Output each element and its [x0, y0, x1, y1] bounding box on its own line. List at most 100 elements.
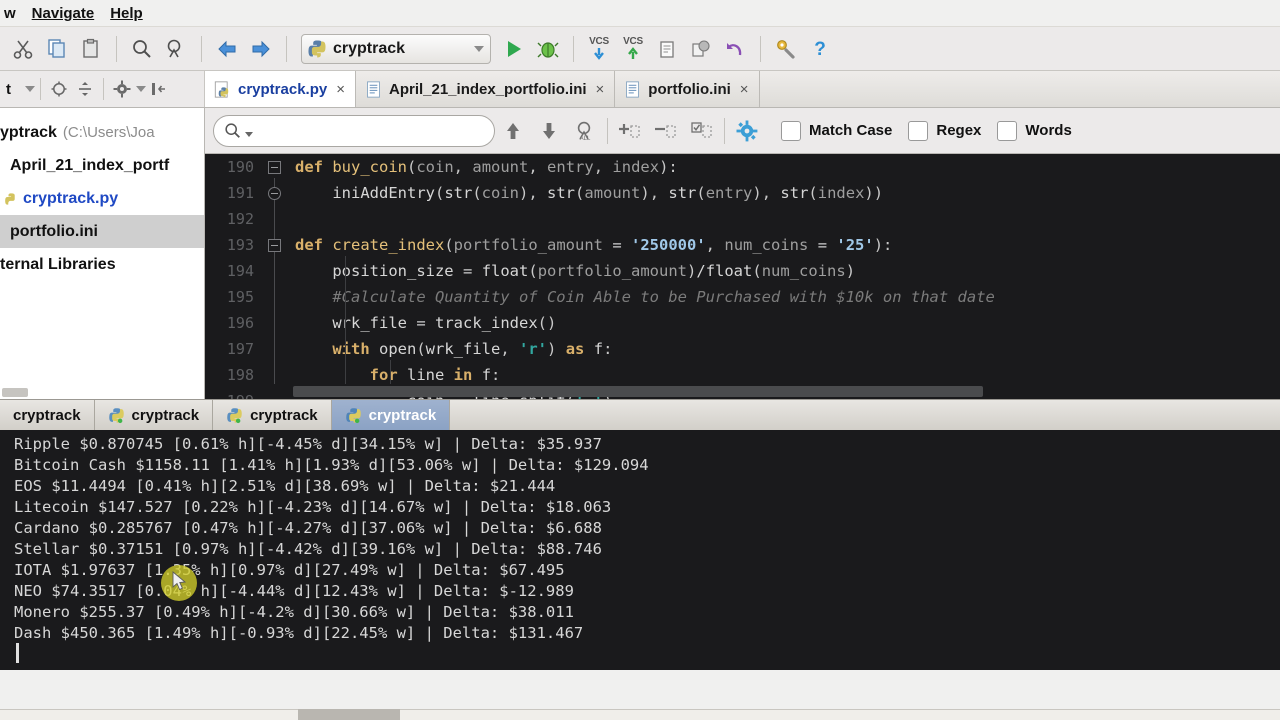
expand-collapse-icon[interactable] [72, 76, 98, 102]
tree-item-external-libraries[interactable]: ternal Libraries [0, 248, 204, 281]
find-settings-gear-icon[interactable] [729, 113, 765, 149]
vcs-history-icon[interactable] [650, 32, 684, 66]
cut-icon[interactable] [6, 32, 40, 66]
search-input[interactable] [213, 114, 495, 147]
console-tab-label: cryptrack [368, 406, 437, 424]
console-tab-4[interactable]: cryptrack [331, 400, 451, 430]
project-panel-chevron-icon[interactable] [25, 86, 35, 92]
code-line: 194 position_size = float(portfolio_amou… [205, 258, 1280, 284]
project-tree-hscrollbar[interactable] [2, 388, 28, 397]
tree-item-project-root[interactable]: yptrack (C:\Users\Joa [0, 116, 204, 149]
code-line: 197 with open(wrk_file, 'r') as f: [205, 336, 1280, 362]
editor-tab-cryptrack-py[interactable]: cryptrack.py × [205, 71, 356, 107]
regex-checkbox-box[interactable] [908, 120, 929, 141]
chevron-down-icon[interactable] [474, 45, 484, 52]
ini-file-icon [367, 80, 380, 98]
console-tab-label: cryptrack [131, 406, 200, 424]
help-icon[interactable]: ? [803, 32, 837, 66]
words-checkbox[interactable]: Words [997, 120, 1072, 141]
search-history-chevron-icon[interactable] [245, 131, 253, 137]
remove-selection-icon[interactable] [648, 113, 684, 149]
hide-panel-icon[interactable] [146, 76, 172, 102]
console-tab-1[interactable]: cryptrack [0, 400, 95, 430]
code-line: 198 for line in f: [205, 362, 1280, 388]
console-tab-2[interactable]: cryptrack [94, 400, 214, 430]
nav-divider-1 [40, 78, 41, 100]
line-number: 193 [226, 236, 254, 254]
undo-icon[interactable] [718, 32, 752, 66]
code-line: 195 #Calculate Quantity of Coin Able to … [205, 284, 1280, 310]
line-text: def create_index(portfolio_amount = '250… [295, 236, 893, 254]
menu-item-navigate[interactable]: Navigate [32, 5, 95, 22]
line-number: 191 [226, 184, 254, 202]
back-icon[interactable] [210, 32, 244, 66]
menu-item-help[interactable]: Help [110, 5, 143, 22]
copy-icon[interactable] [40, 32, 74, 66]
main-toolbar: cryptrack VCS VCS ? [0, 26, 1280, 71]
editor-tab-label: April_21_index_portfolio.ini [388, 80, 587, 98]
code-line: 196 wrk_file = track_index() [205, 310, 1280, 336]
line-text: with open(wrk_file, 'r') as f: [332, 340, 613, 358]
vcs-diff-icon[interactable] [684, 32, 718, 66]
python-file-icon [214, 80, 229, 98]
console-hscrollbar-thumb[interactable] [298, 709, 400, 720]
console-output[interactable]: Ripple $0.870745 [0.61% h][-4.45% d][34.… [0, 430, 1280, 670]
run-button[interactable] [497, 32, 531, 66]
match-case-label: Match Case [809, 122, 893, 139]
forward-icon[interactable] [244, 32, 278, 66]
run-configuration-selector[interactable]: cryptrack [301, 33, 491, 64]
locate-icon[interactable] [46, 76, 72, 102]
menu-item-window[interactable]: w [4, 5, 16, 22]
close-icon[interactable]: × [740, 81, 749, 98]
editor-hscrollbar[interactable] [293, 386, 983, 397]
tree-item-cryptrack-py[interactable]: cryptrack.py [0, 182, 204, 215]
find-prev-icon[interactable] [495, 113, 531, 149]
editor-tab-april-21-index-portfolio-ini[interactable]: April_21_index_portfolio.ini × [355, 71, 616, 107]
console-tab-label: cryptrack [13, 406, 81, 424]
menu-item-help-label: Help [110, 4, 143, 22]
find-group [125, 32, 193, 66]
paste-icon[interactable] [74, 32, 108, 66]
tree-item-label: portfolio.ini [10, 222, 98, 240]
find-all-icon[interactable]: ALL [567, 113, 603, 149]
find-next-icon[interactable] [531, 113, 567, 149]
toolbar-divider-2 [201, 35, 202, 62]
debug-button[interactable] [531, 32, 565, 66]
find-icon[interactable] [125, 32, 159, 66]
tree-item-portfolio-ini[interactable]: portfolio.ini [0, 215, 204, 248]
code-content[interactable]: 190 def buy_coin(coin, amount, entry, in… [205, 154, 1280, 399]
search-icon [225, 122, 240, 138]
settings-chevron-icon[interactable] [136, 86, 146, 92]
menu-item-navigate-label: Navigate [31, 4, 95, 22]
vcs-commit-icon[interactable]: VCS [616, 32, 650, 66]
settings-wrench-icon[interactable] [769, 32, 803, 66]
words-checkbox-box[interactable] [997, 120, 1018, 141]
close-icon[interactable]: × [336, 81, 345, 98]
line-number: 194 [226, 262, 254, 280]
run-configuration-label: cryptrack [333, 39, 406, 57]
console-tab-3[interactable]: cryptrack [213, 400, 332, 430]
tree-item-path: (C:\Users\Joa [62, 124, 155, 141]
fold-gutter [263, 362, 285, 388]
console-hscrollbar-track[interactable] [0, 709, 1280, 720]
add-selection-icon[interactable] [612, 113, 648, 149]
match-case-checkbox[interactable]: Match Case [781, 120, 893, 141]
match-case-checkbox-box[interactable] [781, 120, 801, 141]
replace-icon[interactable] [159, 32, 193, 66]
close-icon[interactable]: × [596, 81, 605, 98]
search-input-field[interactable] [259, 122, 484, 139]
regex-checkbox[interactable]: Regex [908, 120, 981, 141]
line-text: wrk_file = track_index() [332, 314, 557, 332]
line-text: position_size = float(portfolio_amount)/… [332, 262, 856, 280]
editor-tab-portfolio-ini[interactable]: portfolio.ini × [615, 71, 760, 107]
console-line: Bitcoin Cash $1158.11 [1.41% h][1.93% d]… [14, 456, 649, 474]
fold-gutter [263, 180, 285, 206]
settings-gear-icon[interactable] [109, 76, 135, 102]
words-label: Words [1025, 122, 1072, 139]
toolbar-divider-3 [286, 35, 287, 62]
vcs-update-icon[interactable]: VCS [582, 32, 616, 66]
fold-gutter [263, 388, 285, 399]
code-editor-panel: ALL Match Case Regex Words 190 def buy_c… [205, 108, 1280, 399]
tree-item-april-21-index-portfolio[interactable]: April_21_index_portf [0, 149, 204, 182]
select-all-occurrences-icon[interactable] [684, 113, 720, 149]
